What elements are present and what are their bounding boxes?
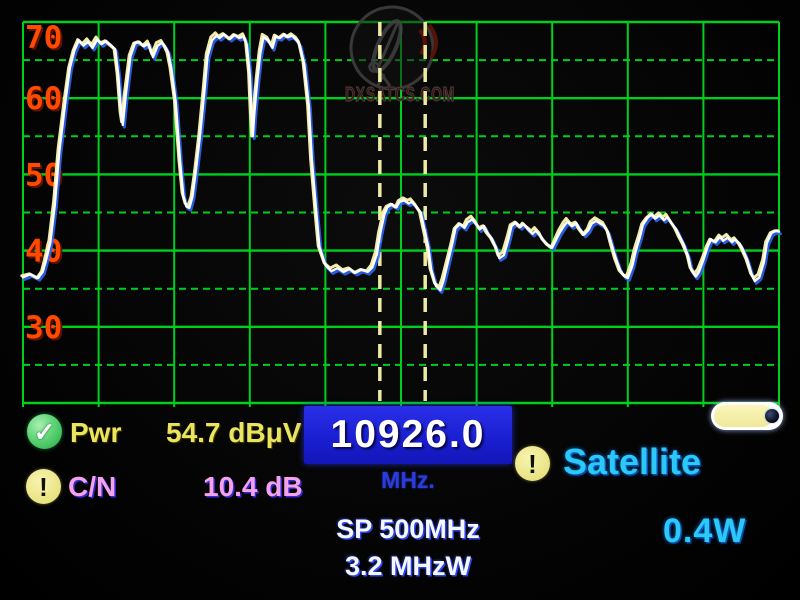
span-value: SP 500MHz	[300, 514, 516, 545]
bandwidth-value: 3.2 MHzW	[300, 551, 516, 582]
pwr-ok-icon: ✓	[27, 414, 62, 449]
exclamation-icon: !	[39, 474, 48, 500]
svg-text:60: 60	[25, 81, 62, 117]
frequency-unit: MHz.	[304, 467, 512, 494]
frequency-field[interactable]: 10926.0	[304, 406, 512, 464]
battery-terminal	[765, 409, 779, 423]
check-icon: ✓	[34, 419, 56, 445]
cn-alert-icon: !	[26, 469, 61, 504]
pwr-value: 54.7 dBμV	[166, 417, 301, 449]
cn-value: 10.4 dB	[203, 471, 303, 503]
satellite-label: Satellite	[563, 441, 701, 483]
spectrum-chart: 70706060505040403030 DXSATCS.COM	[0, 0, 800, 410]
battery-icon	[711, 402, 783, 430]
satellite-meter-screen: 70706060505040403030 DXSATCS.COM ✓ Pwr 5…	[0, 0, 800, 600]
exclamation-icon: !	[528, 451, 537, 477]
svg-text:30: 30	[25, 310, 62, 346]
power-value: 0.4W	[663, 512, 746, 551]
svg-text:70: 70	[25, 20, 62, 56]
watermark-text: DXSATCS.COM	[345, 84, 455, 106]
cn-label: C/N	[68, 471, 116, 503]
watermark-logo-circle	[351, 7, 433, 89]
frequency-value: 10926.0	[331, 413, 486, 457]
satellite-alert-icon: !	[515, 446, 550, 481]
pwr-label: Pwr	[70, 417, 121, 449]
